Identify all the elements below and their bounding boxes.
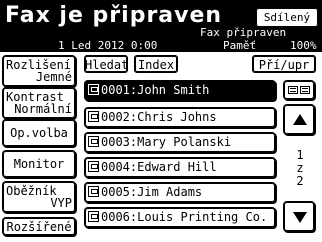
status-text: Fax připraven (200, 26, 287, 39)
contrast-button[interactable]: Kontrast Normální (2, 87, 76, 119)
scroll-down-button[interactable] (283, 201, 315, 232)
list-item[interactable]: 0001:John Smith (84, 80, 276, 101)
list-view-icon (300, 86, 310, 94)
extended-label: Rozšířené (6, 219, 72, 234)
list-view-icon (288, 86, 298, 94)
fax-contact-icon (88, 136, 99, 147)
page-current: 1 (296, 148, 304, 162)
resolution-button[interactable]: Rozlišení Jemné (2, 55, 76, 87)
receive-edit-button[interactable]: Pří/upr (252, 55, 316, 73)
tab-index[interactable]: Index (134, 55, 178, 73)
fax-contact-icon (88, 186, 99, 197)
monitor-button[interactable]: Monitor (2, 150, 76, 178)
contrast-value: Normální (14, 102, 72, 116)
monitor-label: Monitor (13, 157, 65, 171)
arrow-up-icon (293, 114, 307, 125)
shared-button[interactable]: Sdílený (255, 7, 319, 28)
list-view-button[interactable] (283, 80, 315, 100)
extended-button[interactable]: Rozšířené (2, 217, 76, 236)
list-item[interactable]: 0005:Jim Adams (84, 182, 276, 203)
list-item-label: 0005:Jim Adams (101, 185, 203, 199)
fax-contact-icon (88, 111, 99, 122)
resolution-value: Jemné (35, 70, 72, 84)
date-time: 1 Led 2012 0:00 (58, 39, 158, 52)
arrow-down-icon (293, 212, 307, 223)
list-item[interactable]: 0004:Edward Hill (84, 157, 276, 178)
list-item-label: 0004:Edward Hill (101, 160, 217, 174)
memory-label: Paměť (223, 39, 257, 52)
list-item[interactable]: 0002:Chris Johns (84, 107, 276, 128)
page-separator: z (296, 161, 304, 175)
list-item-label: 0002:Chris Johns (101, 110, 217, 124)
fax-contact-icon (88, 211, 99, 222)
list-item-label: 0001:John Smith (101, 83, 210, 97)
broadcast-label: Oběžník (6, 184, 57, 198)
page-title: Fax je připraven (5, 3, 223, 28)
broadcast-button[interactable]: Oběžník VYP (2, 181, 76, 213)
list-item[interactable]: 0003:Mary Polanski (84, 132, 276, 153)
header-bar: Fax je připraven Sdílený Fax připraven 1… (0, 0, 322, 52)
options-button[interactable]: Op.volba (2, 119, 76, 147)
tab-search[interactable]: Hledat (84, 55, 128, 73)
fax-contact-icon (88, 84, 99, 95)
fax-screen: Fax je připraven Sdílený Fax připraven 1… (0, 0, 322, 242)
fax-contact-icon (88, 161, 99, 172)
list-item[interactable]: 0006:Louis Printing Co. (84, 207, 276, 228)
scroll-up-button[interactable] (283, 104, 315, 135)
options-label: Op.volba (10, 126, 68, 140)
list-item-label: 0006:Louis Printing Co. (101, 210, 268, 224)
broadcast-value: VYP (50, 196, 72, 210)
page-total: 2 (296, 174, 304, 188)
list-item-label: 0003:Mary Polanski (101, 135, 232, 149)
memory-value: 100% (290, 39, 317, 52)
